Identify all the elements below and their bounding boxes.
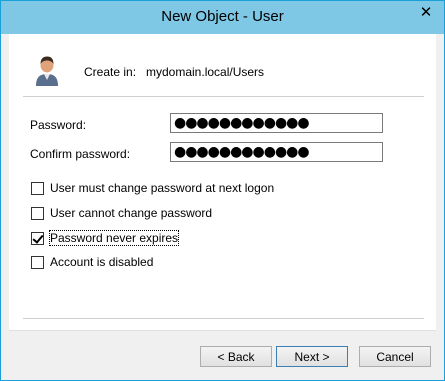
confirm-password-input[interactable] [170,142,383,162]
option-label: User cannot change password [50,206,213,220]
window-title: New Object - User [161,8,284,25]
dialog-window: New Object - User ✕ Create in: mydomain.… [0,0,445,381]
checkbox-checked[interactable] [31,231,44,245]
option-password-never-expires[interactable]: Password never expires [31,230,180,246]
option-label: Account is disabled [50,255,154,269]
create-in-value: mydomain.local/Users [146,65,265,79]
back-button[interactable]: < Back [200,346,272,367]
dialog-body: Create in: mydomain.local/Users Password… [9,34,436,373]
option-must-change-password[interactable]: User must change password at next logon [31,181,274,195]
separator [23,96,424,97]
separator [23,318,424,319]
create-in-label: Create in: [84,65,137,79]
close-icon: ✕ [419,3,433,21]
user-icon [36,56,58,86]
button-bar: < Back Next > Cancel [9,330,436,373]
confirm-password-label: Confirm password: [30,147,131,161]
checkbox[interactable] [31,206,44,220]
cancel-button[interactable]: Cancel [359,346,431,367]
option-account-disabled[interactable]: Account is disabled [31,255,153,269]
title-bar[interactable]: New Object - User ✕ [1,1,444,34]
password-label: Password: [30,118,87,132]
checkbox[interactable] [31,181,44,195]
close-button[interactable]: ✕ [414,2,438,21]
next-button[interactable]: Next > [276,346,348,367]
option-cannot-change-password[interactable]: User cannot change password [31,206,212,220]
password-input[interactable] [170,113,383,133]
checkbox[interactable] [31,255,44,269]
option-label: Password never expires [48,230,180,246]
option-label: User must change password at next logon [50,181,275,195]
